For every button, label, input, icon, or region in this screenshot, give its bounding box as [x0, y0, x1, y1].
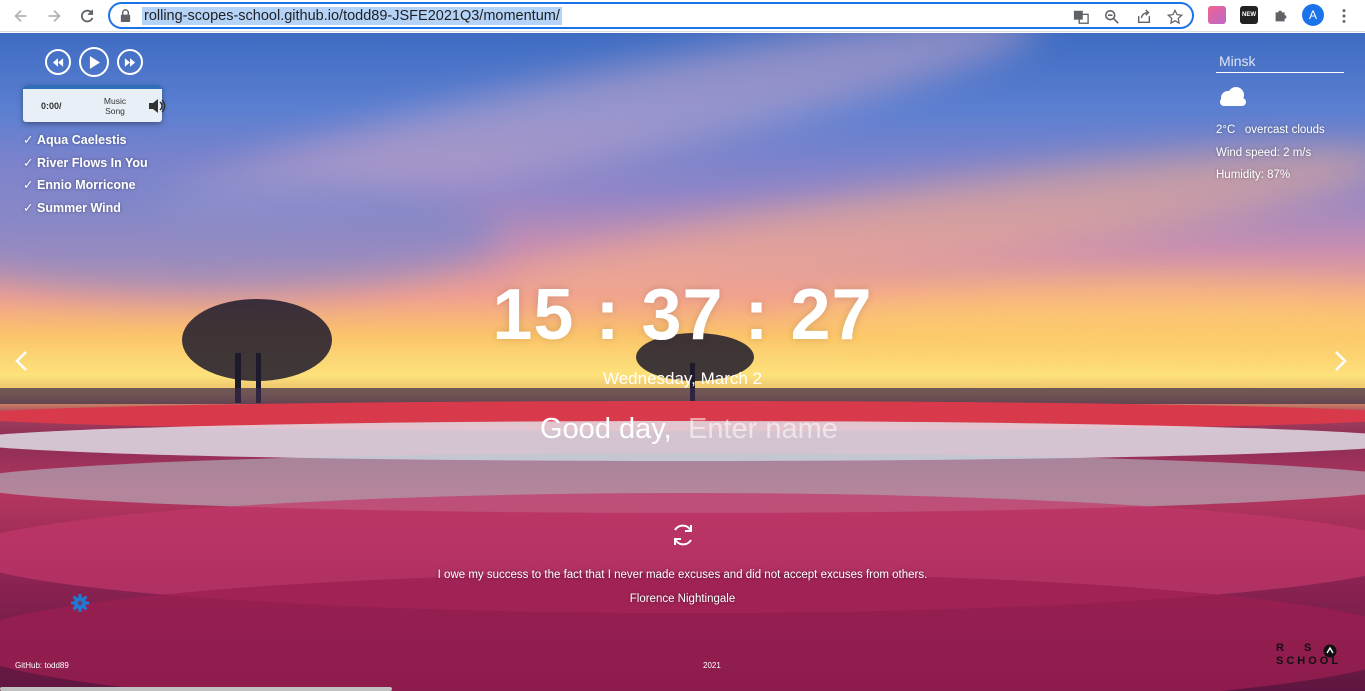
forward-button[interactable] [43, 5, 65, 27]
arrow-left-icon [14, 9, 27, 23]
url-text[interactable]: rolling-scopes-school.github.io/todd89-J… [142, 7, 562, 25]
refresh-quote-icon[interactable] [670, 522, 696, 548]
playlist-item-label: River Flows In You [37, 155, 148, 170]
zoom-icon[interactable] [1103, 8, 1121, 26]
logo-letter-r: R [1276, 642, 1287, 654]
logo-letter-s: S [1304, 642, 1315, 654]
humidity: Humidity: 87% [1216, 169, 1291, 181]
current-time: 0:00/ [41, 101, 62, 111]
rs-school-logo[interactable]: R S SCHOOL [1276, 642, 1344, 672]
volume-icon[interactable] [148, 98, 166, 114]
cloud-icon [1220, 87, 1246, 106]
footer-year: 2021 [703, 661, 721, 670]
playlist-item-label: Ennio Morricone [37, 178, 136, 193]
rewind-icon [52, 57, 64, 67]
temperature: 2°C [1216, 124, 1236, 136]
reload-icon [81, 9, 94, 23]
fast-forward-icon [124, 57, 136, 67]
share-icon[interactable] [1135, 8, 1153, 26]
check-icon: ✓ [23, 178, 34, 193]
rs-badge-icon [1323, 644, 1337, 658]
playlist-item-label: Aqua Caelestis [37, 133, 127, 147]
settings-gear-icon[interactable] [70, 593, 90, 613]
playlist: ✓ Aqua Caelestis ✓ River Flows In You ✓ Enn… [23, 133, 148, 223]
back-button[interactable] [10, 5, 32, 27]
playlist-item-label: Summer Wind [37, 200, 121, 215]
playlist-item[interactable]: ✓ Aqua Caelestis [23, 133, 148, 156]
date: Wednesday, March 2 [602, 369, 763, 388]
playlist-item[interactable]: ✓ River Flows In You [23, 156, 148, 179]
quote-text: I owe my success to the fact that I neve… [437, 569, 928, 581]
prev-track-button[interactable] [45, 49, 71, 75]
menu-button[interactable] [1333, 5, 1355, 27]
check-icon: ✓ [23, 155, 34, 170]
reload-button[interactable] [76, 5, 98, 27]
greeting-container: Good day, [540, 411, 888, 447]
horizontal-scrollbar[interactable] [0, 687, 392, 691]
playlist-item[interactable]: ✓ Ennio Morricone [23, 178, 148, 201]
profile-avatar[interactable]: A [1302, 4, 1324, 26]
progress-bar[interactable] [23, 85, 162, 89]
extension-new-icon[interactable]: NEW [1240, 6, 1258, 24]
puzzle-icon [1275, 10, 1287, 22]
lock-icon [120, 9, 131, 22]
play-icon [89, 55, 100, 69]
new-badge-label: NEW [1242, 12, 1256, 18]
city-input[interactable]: Minsk [1216, 51, 1344, 73]
check-icon: ✓ [23, 200, 34, 215]
bookmark-star-icon[interactable] [1166, 8, 1184, 26]
extensions-button[interactable] [1270, 5, 1292, 27]
github-link[interactable]: GitHub: todd89 [15, 661, 69, 670]
check-icon: ✓ [23, 133, 34, 147]
name-input[interactable] [688, 411, 888, 447]
next-track-button[interactable] [117, 49, 143, 75]
quote-author: Florence Nightingale [629, 593, 736, 605]
clock: 15 : 37 : 27 [492, 275, 873, 355]
arrow-right-icon [48, 9, 61, 23]
playlist-item[interactable]: ✓ Summer Wind [23, 201, 148, 224]
kebab-menu-icon [1342, 9, 1346, 23]
player-controls [45, 47, 143, 77]
greeting-text: Good day, [540, 413, 672, 445]
translate-icon[interactable] [1072, 8, 1090, 26]
song-line-2: Song [105, 106, 125, 116]
wind-speed: Wind speed: 2 m/s [1216, 147, 1312, 159]
audio-player[interactable]: 0:00/ Music Song [23, 85, 166, 122]
weather-description: overcast clouds [1244, 124, 1325, 136]
song-line-1: Music [103, 96, 127, 106]
song-title: Music Song [99, 96, 131, 116]
weather-summary: 2°C overcast clouds [1216, 124, 1325, 136]
address-bar[interactable]: rolling-scopes-school.github.io/todd89-J… [108, 2, 1194, 29]
browser-toolbar: rolling-scopes-school.github.io/todd89-J… [0, 0, 1365, 32]
extension-gradient-icon[interactable] [1208, 6, 1226, 24]
play-button[interactable] [79, 47, 109, 77]
